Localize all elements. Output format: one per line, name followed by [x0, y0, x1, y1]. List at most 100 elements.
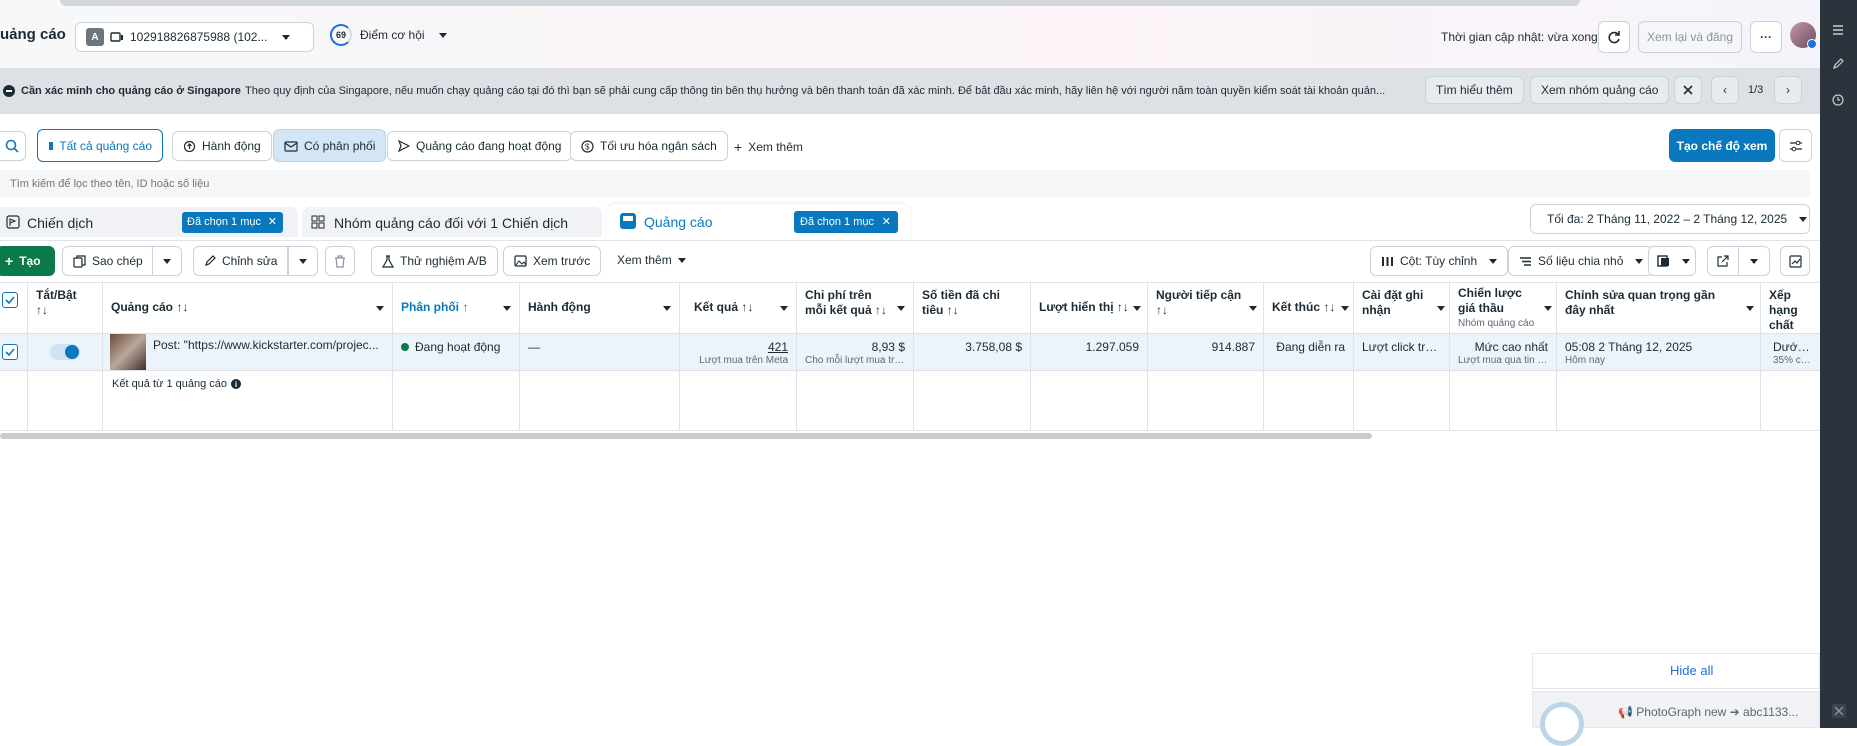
col-attribution[interactable]: Cài đặt ghi nhận [1354, 282, 1450, 334]
refresh-button[interactable] [1598, 21, 1630, 53]
col-reach[interactable]: Người tiếp cận ↑↓ [1148, 282, 1264, 334]
chevron-down-icon [1746, 306, 1754, 311]
filter-budget-label: Tối ưu hóa ngân sách [600, 139, 717, 153]
tab-ads-label: Quảng cáo [644, 214, 713, 230]
filter-delivering[interactable]: Có phân phối [273, 129, 387, 162]
campaign-flag-icon [6, 215, 20, 232]
breakdown-icon [1520, 256, 1531, 266]
create-button[interactable]: + Tạo [0, 246, 55, 276]
columns-icon [1382, 256, 1393, 266]
ad-thumbnail[interactable] [110, 334, 146, 370]
duplicate-button[interactable]: Sao chép [62, 246, 153, 276]
plus-icon: + [5, 253, 14, 269]
report-icon [1657, 255, 1669, 267]
chart-button[interactable] [1780, 246, 1810, 276]
more-button[interactable]: ··· [1750, 21, 1782, 53]
coin-icon: $ [581, 139, 594, 153]
next-button[interactable]: › [1774, 76, 1802, 104]
horizontal-scrollbar[interactable] [0, 433, 1372, 439]
review-publish-button[interactable]: Xem lại và đăng [1638, 21, 1742, 53]
prev-button[interactable]: ‹ [1711, 76, 1739, 104]
delete-button[interactable] [325, 246, 355, 276]
breakdown-button[interactable]: Số liệu chia nhỏ [1508, 246, 1655, 276]
settings-button[interactable] [1779, 129, 1812, 162]
ab-test-button[interactable]: Thử nghiệm A/B [371, 246, 498, 276]
results-sub: Lượt mua trên Meta [699, 355, 788, 366]
flask-icon [382, 254, 394, 268]
create-view-button[interactable]: Tạo chế độ xem [1669, 129, 1775, 162]
col-ad[interactable]: Quảng cáo ↑↓ [103, 282, 393, 334]
col-ends[interactable]: Kết thúc ↑↓ [1264, 282, 1354, 334]
grid-icon [311, 215, 325, 232]
learn-more-button[interactable]: Tìm hiểu thêm [1425, 76, 1524, 104]
edit-button[interactable]: Chỉnh sửa [193, 246, 289, 276]
cost-value: 8,93 $ [871, 340, 905, 354]
col-quality[interactable]: Xếp hạng chất lượng [1761, 282, 1820, 334]
col-last-edit[interactable]: Chỉnh sửa quan trọng gần đây nhất [1557, 282, 1761, 334]
create-label: Tạo [19, 254, 41, 268]
info-icon[interactable]: i [231, 379, 242, 389]
breakdown-label: Số liệu chia nhỏ [1538, 254, 1624, 268]
tab-adsets-label: Nhóm quảng cáo đối với 1 Chiến dịch [334, 215, 569, 231]
filter-actions[interactable]: Hành động [172, 131, 272, 161]
notification-close[interactable] [1832, 704, 1846, 718]
reports-button[interactable] [1648, 246, 1696, 276]
search-button[interactable] [0, 131, 26, 161]
preview-button[interactable]: Xem trước [503, 246, 602, 276]
copy-icon [73, 254, 86, 268]
filter-all-ads[interactable]: Tất cả quảng cáo [37, 129, 163, 162]
chevron-down-icon [1341, 306, 1349, 311]
select-all-checkbox[interactable] [2, 292, 18, 308]
col-cost-per-result[interactable]: Chi phí trên mỗi kết quả ↑↓ [797, 282, 914, 334]
filter-see-more-label: Xem thêm [748, 140, 803, 154]
col-delivery[interactable]: Phân phối ↑ [393, 282, 520, 334]
filter-active-ads[interactable]: Quảng cáo đang hoạt động [387, 131, 573, 161]
plus-icon: + [734, 139, 743, 155]
account-id: 102918826875988 (102... [130, 30, 268, 44]
quality-value: Dưới trun [1773, 340, 1812, 354]
export-button[interactable] [1707, 246, 1739, 276]
delivery-status: Đang hoạt động [415, 340, 501, 354]
col-actions[interactable]: Hành động [520, 282, 680, 334]
close-icon[interactable]: ✕ [882, 211, 891, 233]
toolbar-see-more[interactable]: Xem thêm [617, 253, 686, 267]
ad-name[interactable]: Post: "https://www.kickstarter.com/proje… [153, 338, 387, 352]
col-impressions[interactable]: Lượt hiển thị ↑↓ [1031, 282, 1148, 334]
row-impressions-cell: 1.297.059 [1031, 334, 1148, 371]
results-value[interactable]: 421 [768, 340, 788, 354]
opportunity-score[interactable]: 69 Điểm cơ hội [330, 24, 447, 46]
filter-see-more[interactable]: + Xem thêm [734, 139, 803, 155]
menu-icon[interactable] [1832, 24, 1844, 36]
edit-dropdown[interactable] [288, 246, 318, 276]
ads-selected-chip[interactable]: Đã chọn 1 mục ✕ [794, 211, 898, 233]
close-banner-button[interactable] [1674, 76, 1702, 104]
account-selector[interactable]: A 102918826875988 (102... [75, 22, 314, 52]
search-input[interactable] [0, 170, 1810, 197]
columns-button[interactable]: Cột: Tùy chỉnh [1370, 246, 1509, 276]
col-last-edit-label: Chỉnh sửa quan trọng gần đây nhất [1565, 288, 1716, 317]
ad-toggle[interactable] [50, 344, 80, 360]
campaigns-selected-chip[interactable]: Đã chọn 1 mục ✕ [182, 212, 283, 233]
summary-row [0, 371, 1820, 431]
filter-budget-optimization[interactable]: $ Tối ưu hóa ngân sách [570, 131, 728, 161]
col-results[interactable]: Kết quả ↑↓ [680, 282, 797, 334]
row-checkbox[interactable] [2, 344, 18, 360]
view-adsets-button[interactable]: Xem nhóm quảng cáo [1530, 76, 1670, 104]
col-amount-spent[interactable]: Số tiền đã chi tiêu ↑↓ [914, 282, 1031, 334]
minus-circle-icon [3, 85, 15, 97]
clock-icon[interactable] [1832, 94, 1844, 106]
col-toggle[interactable]: Tắt/Bật ↑↓ [28, 282, 103, 334]
tab-campaigns-label: Chiến dịch [27, 215, 94, 231]
export-dropdown[interactable] [1738, 246, 1770, 276]
duplicate-label: Sao chép [92, 254, 143, 268]
svg-text:$: $ [585, 142, 590, 151]
col-delivery-label: Phân phối ↑ [401, 300, 469, 314]
pencil-icon[interactable] [1832, 58, 1844, 70]
col-bid-strategy[interactable]: Chiến lược giá thầu Nhóm quảng cáo [1450, 282, 1557, 334]
date-range-picker[interactable]: Tối đa: 2 Tháng 11, 2022 – 2 Tháng 12, 2… [1530, 204, 1810, 234]
quality-sub: 35% cuối c [1773, 355, 1812, 366]
hide-all-link[interactable]: Hide all [1670, 663, 1713, 678]
filter-actions-label: Hành động [202, 139, 261, 153]
duplicate-dropdown[interactable] [152, 246, 182, 276]
close-icon[interactable]: ✕ [268, 212, 277, 233]
